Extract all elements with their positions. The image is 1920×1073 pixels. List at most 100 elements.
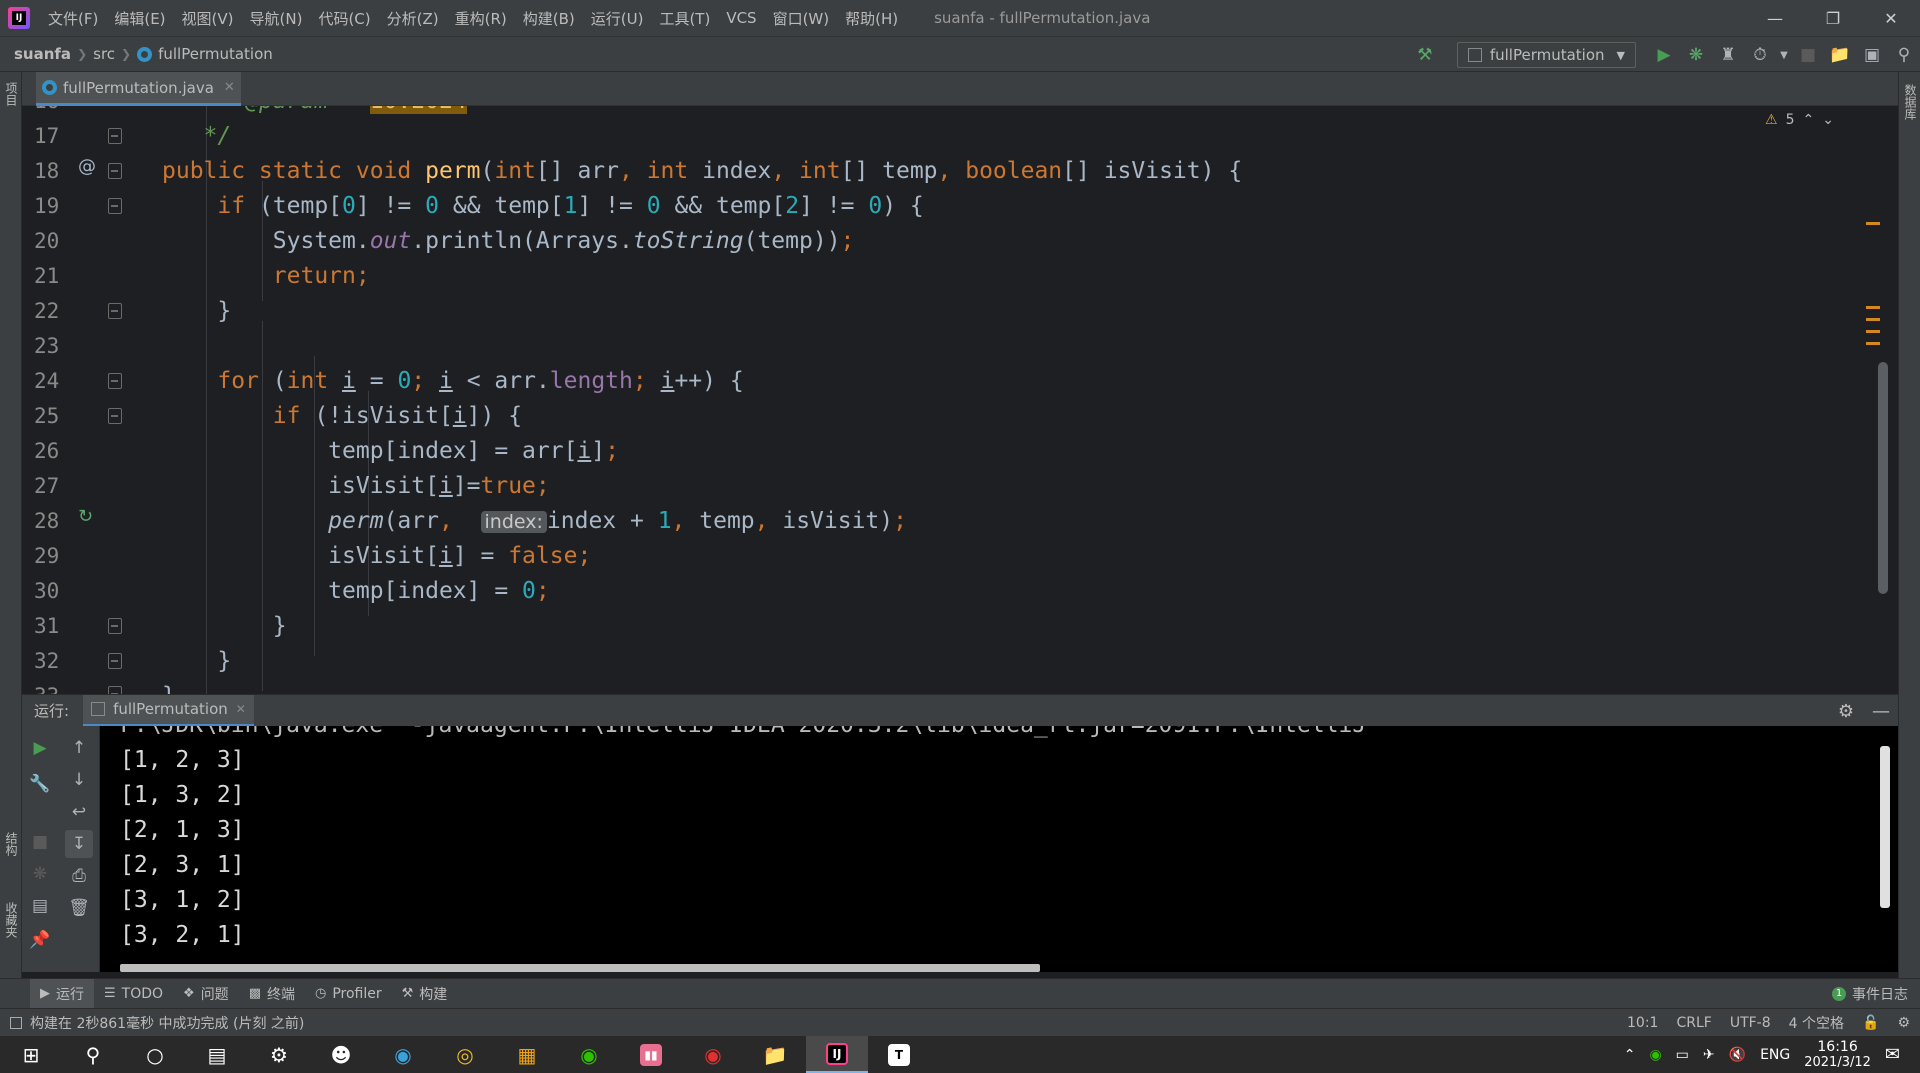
warning-stripe-marker[interactable] [1866,222,1880,225]
print-icon[interactable]: ⎙ [65,862,93,890]
code-editor[interactable]: 16 17 18 19 20 21 22 23 24 25 26 27 28 2… [22,106,1898,694]
menu-build[interactable]: 构建(B) [515,8,583,29]
wechat-tray-icon[interactable]: ◉ [1649,1047,1661,1063]
inspector-icon[interactable]: ⚙ [1897,1015,1910,1031]
problems-tool-button[interactable]: ❖ 问题 [173,979,239,1009]
profiler-tool-button[interactable]: ◷ Profiler [305,979,392,1009]
fold-icon[interactable] [108,198,122,214]
file-encoding[interactable]: UTF-8 [1730,1015,1771,1031]
close-tab-icon[interactable]: ✕ [236,702,246,716]
breadcrumb-file[interactable]: fullPermutation [131,45,279,63]
edge-icon[interactable]: ◉ [372,1036,434,1073]
gear-icon[interactable]: ⚙ [1838,701,1854,722]
fold-icon[interactable] [108,303,122,319]
stop-icon[interactable]: ■ [1792,39,1824,71]
chrome-icon[interactable]: ◎ [434,1036,496,1073]
console-output[interactable]: F:\JDK\bin\java.exe "-javaagent:F:\Intel… [100,726,1898,972]
notification-icon[interactable]: ✉ [1885,1044,1900,1065]
steam-icon[interactable]: ⚙ [248,1036,310,1073]
battery-icon[interactable]: ▭ [1676,1047,1689,1063]
menu-refactor[interactable]: 重构(R) [447,8,515,29]
console-vertical-scrollbar[interactable] [1880,746,1890,908]
windows-start-icon[interactable]: ⊞ [0,1036,62,1073]
clock[interactable]: 16:16 2021/3/12 [1804,1039,1871,1071]
file-explorer-icon[interactable]: 📁 [744,1036,806,1073]
bilibili-icon[interactable]: ▮▮ [620,1036,682,1073]
netease-music-icon[interactable]: ◉ [682,1036,744,1073]
menu-analyze[interactable]: 分析(Z) [379,8,447,29]
menu-run[interactable]: 运行(U) [583,8,652,29]
event-log-button[interactable]: 1 事件日志 [1832,984,1908,1004]
database-tool-tab[interactable]: 数据库 [1902,84,1919,120]
run-tab[interactable]: fullPermutation ✕ [83,694,254,727]
menu-view[interactable]: 视图(V) [174,8,242,29]
line-separator[interactable]: CRLF [1676,1015,1711,1031]
wrench-icon[interactable]: 🔧 [26,770,54,798]
recursive-call-icon[interactable]: ↻ [78,506,93,527]
toggle-tool-windows-icon[interactable] [10,1016,22,1029]
indent-setting[interactable]: 4 个空格 [1789,1013,1844,1033]
menu-navigate[interactable]: 导航(N) [242,8,311,29]
stop-icon[interactable]: ■ [26,828,54,856]
menu-help[interactable]: 帮助(H) [837,8,906,29]
window-layout-icon[interactable]: ▣ [1856,39,1888,71]
warning-stripe-marker[interactable] [1866,306,1880,309]
build-tool-button[interactable]: ⚒ 构建 [392,979,458,1009]
chevron-up-icon[interactable]: ⌃ [1803,112,1815,128]
coverage-icon[interactable]: ♜ [1712,39,1744,71]
fold-icon[interactable] [108,653,122,669]
input-language[interactable]: ENG [1760,1047,1790,1063]
warning-stripe-marker[interactable] [1866,330,1880,333]
chevron-down-icon[interactable]: ▼ [1776,39,1792,71]
chevron-down-icon[interactable]: ⌄ [1822,112,1834,128]
breadcrumb-folder[interactable]: src [87,45,121,63]
project-structure-icon[interactable]: 📁 [1824,39,1856,71]
project-tool-tab[interactable]: 项目 [3,82,20,106]
run-config-select[interactable]: fullPermutation ▼ [1456,42,1636,68]
hide-panel-icon[interactable]: — [1872,701,1890,722]
close-icon[interactable]: ✕ [1862,0,1920,36]
menu-file[interactable]: 文件(F) [40,8,106,29]
menu-window[interactable]: 窗口(W) [765,8,838,29]
debug-icon[interactable]: ❋ [26,860,54,888]
override-at-icon[interactable]: @ [78,156,96,177]
inspection-widget[interactable]: ⚠ 5 ⌃ ⌄ [1765,112,1834,128]
editor-tab[interactable]: fullPermutation.java ✕ [36,72,241,106]
wechat-icon[interactable]: ◉ [558,1036,620,1073]
restore-icon[interactable]: ❐ [1804,0,1862,36]
intellij-taskbar-icon[interactable]: IJ [806,1036,868,1073]
run-icon[interactable]: ▶ [1648,39,1680,71]
minimize-icon[interactable]: — [1746,0,1804,36]
scroll-to-end-icon[interactable]: ↧ [65,830,93,858]
layout-icon[interactable]: ▤ [26,892,54,920]
breadcrumb-project[interactable]: suanfa [0,45,77,63]
chevron-up-icon[interactable]: ⌃ [1624,1047,1636,1063]
menu-code[interactable]: 代码(C) [310,8,378,29]
volume-mute-icon[interactable]: 🔇 [1729,1047,1746,1063]
fold-icon[interactable] [108,686,122,694]
build-hammer-icon[interactable]: ⚒ [1409,39,1441,71]
favorites-tool-tab[interactable]: 收藏夹 [3,902,20,938]
menu-vcs[interactable]: VCS [718,9,764,27]
fold-icon[interactable] [108,373,122,389]
warning-stripe-marker[interactable] [1866,318,1880,321]
store-icon[interactable]: ▦ [496,1036,558,1073]
search-icon[interactable]: ⚲ [1888,39,1920,71]
terminal-tool-button[interactable]: ▩ 终端 [239,979,305,1009]
fold-icon[interactable] [108,163,122,179]
profile-icon[interactable]: ⏱ [1744,39,1776,71]
typora-icon[interactable]: T [868,1036,930,1073]
menu-tools[interactable]: 工具(T) [651,8,718,29]
fold-icon[interactable] [108,618,122,634]
fold-icon[interactable] [108,128,122,144]
cortana-icon[interactable]: ○ [124,1036,186,1073]
trash-icon[interactable]: 🗑 [65,894,93,922]
close-tab-icon[interactable]: ✕ [224,80,235,95]
run-tool-button[interactable]: ▶ 运行 [30,978,94,1009]
airplane-icon[interactable]: ✈ [1703,1047,1715,1063]
fold-icon[interactable] [108,408,122,424]
menu-edit[interactable]: 编辑(E) [106,8,173,29]
arrow-up-icon[interactable]: ↑ [65,734,93,762]
structure-tool-tab[interactable]: 结构 [3,832,20,856]
pin-icon[interactable]: 📌 [26,926,54,954]
